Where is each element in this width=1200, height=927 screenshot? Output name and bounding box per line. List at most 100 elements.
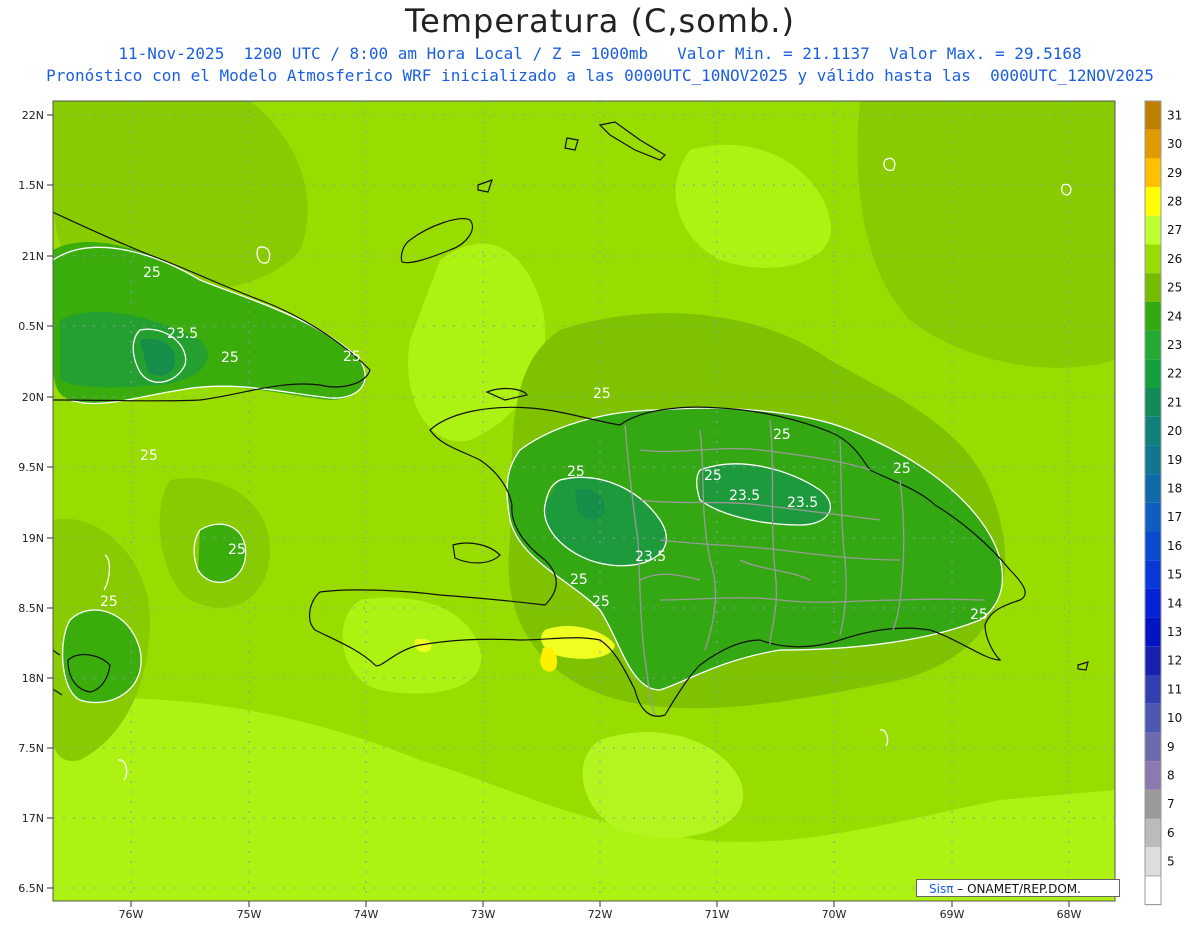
- lat-tick-label: 22N: [22, 109, 44, 122]
- lon-tick-label: 70W: [822, 908, 847, 921]
- colorbar-label: 13: [1167, 625, 1182, 639]
- latitude-axis: 22N 1.5N 21N 0.5N 20N 9.5N 19N 8.5N 18N …: [18, 109, 53, 895]
- colorbar-label: 28: [1167, 194, 1182, 208]
- colorbar-label: 18: [1167, 481, 1182, 495]
- lat-tick-label: 6.5N: [18, 882, 44, 895]
- contour-label: 23.5: [167, 326, 198, 342]
- lon-tick-label: 76W: [119, 908, 144, 921]
- sispi-logo: Sisπ: [929, 882, 954, 896]
- colorbar-swatch: [1145, 675, 1161, 704]
- colorbar: 31 30 29 28 27 26 25 24 23 22 21 20 19 18 17 16 15 14 13 12…: [1144, 100, 1182, 906]
- contour-label: 25: [143, 265, 161, 281]
- colorbar-swatch: [1145, 244, 1161, 274]
- colorbar-label: 9: [1167, 740, 1175, 754]
- colorbar-swatch: [1145, 531, 1161, 561]
- colorbar-label: 26: [1167, 252, 1182, 266]
- colorbar-label: 8: [1167, 768, 1175, 782]
- contour-label: 25: [593, 386, 611, 402]
- lat-tick-label: 1.5N: [18, 179, 44, 192]
- colorbar-swatch: [1145, 502, 1161, 532]
- lon-tick-label: 69W: [940, 908, 965, 921]
- lon-tick-label: 73W: [471, 908, 496, 921]
- lat-tick-label: 19N: [22, 532, 44, 545]
- colorbar-label: 14: [1167, 596, 1182, 610]
- colorbar-swatch: [1145, 416, 1161, 446]
- lat-tick-label: 9.5N: [18, 461, 44, 474]
- lon-tick-label: 75W: [237, 908, 262, 921]
- colorbar-swatch: [1145, 560, 1161, 589]
- colorbar-label: 29: [1167, 166, 1182, 180]
- colorbar-label: 7: [1167, 797, 1175, 811]
- colorbar-swatch: [1145, 732, 1161, 762]
- colorbar-label: 5: [1167, 855, 1175, 869]
- colorbar-label: 12: [1167, 654, 1182, 668]
- lat-tick-label: 18N: [22, 672, 44, 685]
- contour-label: 25: [592, 594, 610, 610]
- contour-label: 25: [228, 542, 246, 558]
- colorbar-label: 6: [1167, 826, 1175, 840]
- contour-label: 23.5: [787, 495, 818, 511]
- credit-box: Sisπ – ONAMET/REP.DOM.: [916, 879, 1120, 897]
- lat-tick-label: 21N: [22, 250, 44, 263]
- colorbar-swatch: [1145, 588, 1161, 618]
- colorbar-label: 23: [1167, 338, 1182, 352]
- contour-label: 25: [970, 607, 988, 623]
- contour-label: 23.5: [635, 549, 666, 565]
- contour-label: 25: [704, 468, 722, 484]
- longitude-axis: 76W 75W 74W 73W 72W 71W 70W 69W 68W: [119, 901, 1082, 921]
- contour-label: 25: [100, 594, 118, 610]
- colorbar-swatch: [1145, 187, 1161, 216]
- credit-text: – ONAMET/REP.DOM.: [957, 882, 1081, 896]
- colorbar-swatch: [1145, 703, 1161, 733]
- contour-label: 25: [140, 448, 158, 464]
- map-plot-area: 25 23.5 25 25 25 25 25 25 23.5 23.5 23.5…: [53, 101, 1115, 901]
- contour-label: 25: [221, 350, 239, 366]
- colorbar-swatch: [1145, 101, 1161, 130]
- colorbar-swatch: [1145, 215, 1161, 245]
- colorbar-label: 20: [1167, 424, 1182, 438]
- colorbar-label: 17: [1167, 510, 1182, 524]
- lat-tick-label: 17N: [22, 812, 44, 825]
- colorbar-swatch: [1145, 330, 1161, 360]
- colorbar-swatch: [1145, 617, 1161, 647]
- colorbar-label: 10: [1167, 711, 1182, 725]
- colorbar-swatch: [1145, 359, 1161, 388]
- colorbar-swatch: [1145, 301, 1161, 331]
- contour-label: 25: [570, 572, 588, 588]
- lon-tick-label: 72W: [588, 908, 613, 921]
- lon-tick-label: 68W: [1057, 908, 1082, 921]
- contour-label: 25: [773, 427, 791, 443]
- colorbar-swatch: [1145, 761, 1161, 790]
- colorbar-label: 30: [1167, 137, 1182, 151]
- colorbar-swatch: [1145, 158, 1161, 188]
- lat-tick-label: 8.5N: [18, 602, 44, 615]
- colorbar-swatch: [1145, 646, 1161, 675]
- colorbar-label: 11: [1167, 682, 1182, 696]
- contour-label: 25: [343, 349, 361, 365]
- lon-tick-label: 74W: [354, 908, 379, 921]
- colorbar-label: 15: [1167, 568, 1182, 582]
- colorbar-swatch: [1145, 789, 1161, 819]
- lat-tick-label: 20N: [22, 391, 44, 404]
- colorbar-swatch: [1145, 818, 1161, 848]
- colorbar-label: 22: [1167, 367, 1182, 381]
- contour-label: 25: [893, 461, 911, 477]
- colorbar-label: 27: [1167, 223, 1182, 237]
- temperature-map: 25 23.5 25 25 25 25 25 25 23.5 23.5 23.5…: [18, 100, 1182, 921]
- lat-tick-label: 7.5N: [18, 742, 44, 755]
- colorbar-label: 16: [1167, 539, 1182, 553]
- colorbar-label: 31: [1167, 108, 1182, 122]
- contour-label: 23.5: [729, 488, 760, 504]
- colorbar-label: 25: [1167, 281, 1182, 295]
- colorbar-label: 19: [1167, 453, 1182, 467]
- colorbar-label: 24: [1167, 309, 1182, 323]
- colorbar-swatch: [1144, 875, 1162, 906]
- lon-tick-label: 71W: [705, 908, 730, 921]
- colorbar-swatch: [1145, 847, 1161, 876]
- colorbar-label: 21: [1167, 395, 1182, 409]
- contour-label: 25: [567, 464, 585, 480]
- colorbar-swatch: [1145, 273, 1161, 302]
- colorbar-swatch: [1145, 129, 1161, 159]
- colorbar-swatch: [1145, 388, 1161, 417]
- colorbar-swatch: [1145, 445, 1161, 475]
